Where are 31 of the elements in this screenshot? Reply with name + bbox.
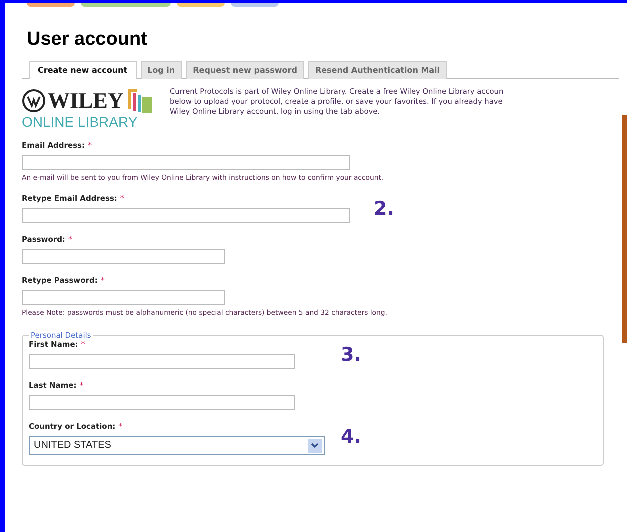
- country-dropdown[interactable]: UNITED STATES: [29, 436, 325, 455]
- input-field[interactable]: [29, 395, 295, 410]
- required-mark: *: [100, 276, 105, 285]
- logo-wordmark: WILEY: [48, 88, 124, 114]
- step-number: 4.: [341, 426, 362, 448]
- tab[interactable]: Create new account: [29, 61, 137, 79]
- nav-tab-edge[interactable]: [27, 3, 75, 7]
- books-icon: [126, 87, 154, 115]
- input-field[interactable]: [22, 249, 225, 264]
- nav-tab-edge[interactable]: [177, 3, 225, 7]
- required-mark: *: [118, 422, 123, 431]
- step-number: 3.: [341, 344, 362, 366]
- chevron-icon: [308, 438, 322, 452]
- input-field[interactable]: [29, 354, 295, 369]
- nav-tab-edge[interactable]: [231, 3, 279, 7]
- nav-tab-edge[interactable]: [81, 3, 171, 7]
- required-mark: *: [120, 194, 124, 203]
- logo-subtitle: ONLINE LIBRARY: [22, 115, 139, 129]
- tab[interactable]: Request new password: [186, 61, 304, 79]
- input-field[interactable]: [22, 290, 225, 305]
- required-mark: *: [80, 381, 84, 390]
- input-field[interactable]: [22, 208, 350, 223]
- required-mark: *: [88, 141, 92, 150]
- required-mark: *: [81, 340, 86, 349]
- tab[interactable]: Resend Authentication Mail: [308, 61, 448, 79]
- input-field[interactable]: [22, 155, 350, 170]
- tab[interactable]: Log in: [140, 61, 182, 79]
- page-title: User account: [27, 29, 148, 51]
- emblem-icon: [22, 89, 46, 113]
- required-mark: *: [68, 235, 72, 244]
- step-number: 2.: [374, 198, 394, 220]
